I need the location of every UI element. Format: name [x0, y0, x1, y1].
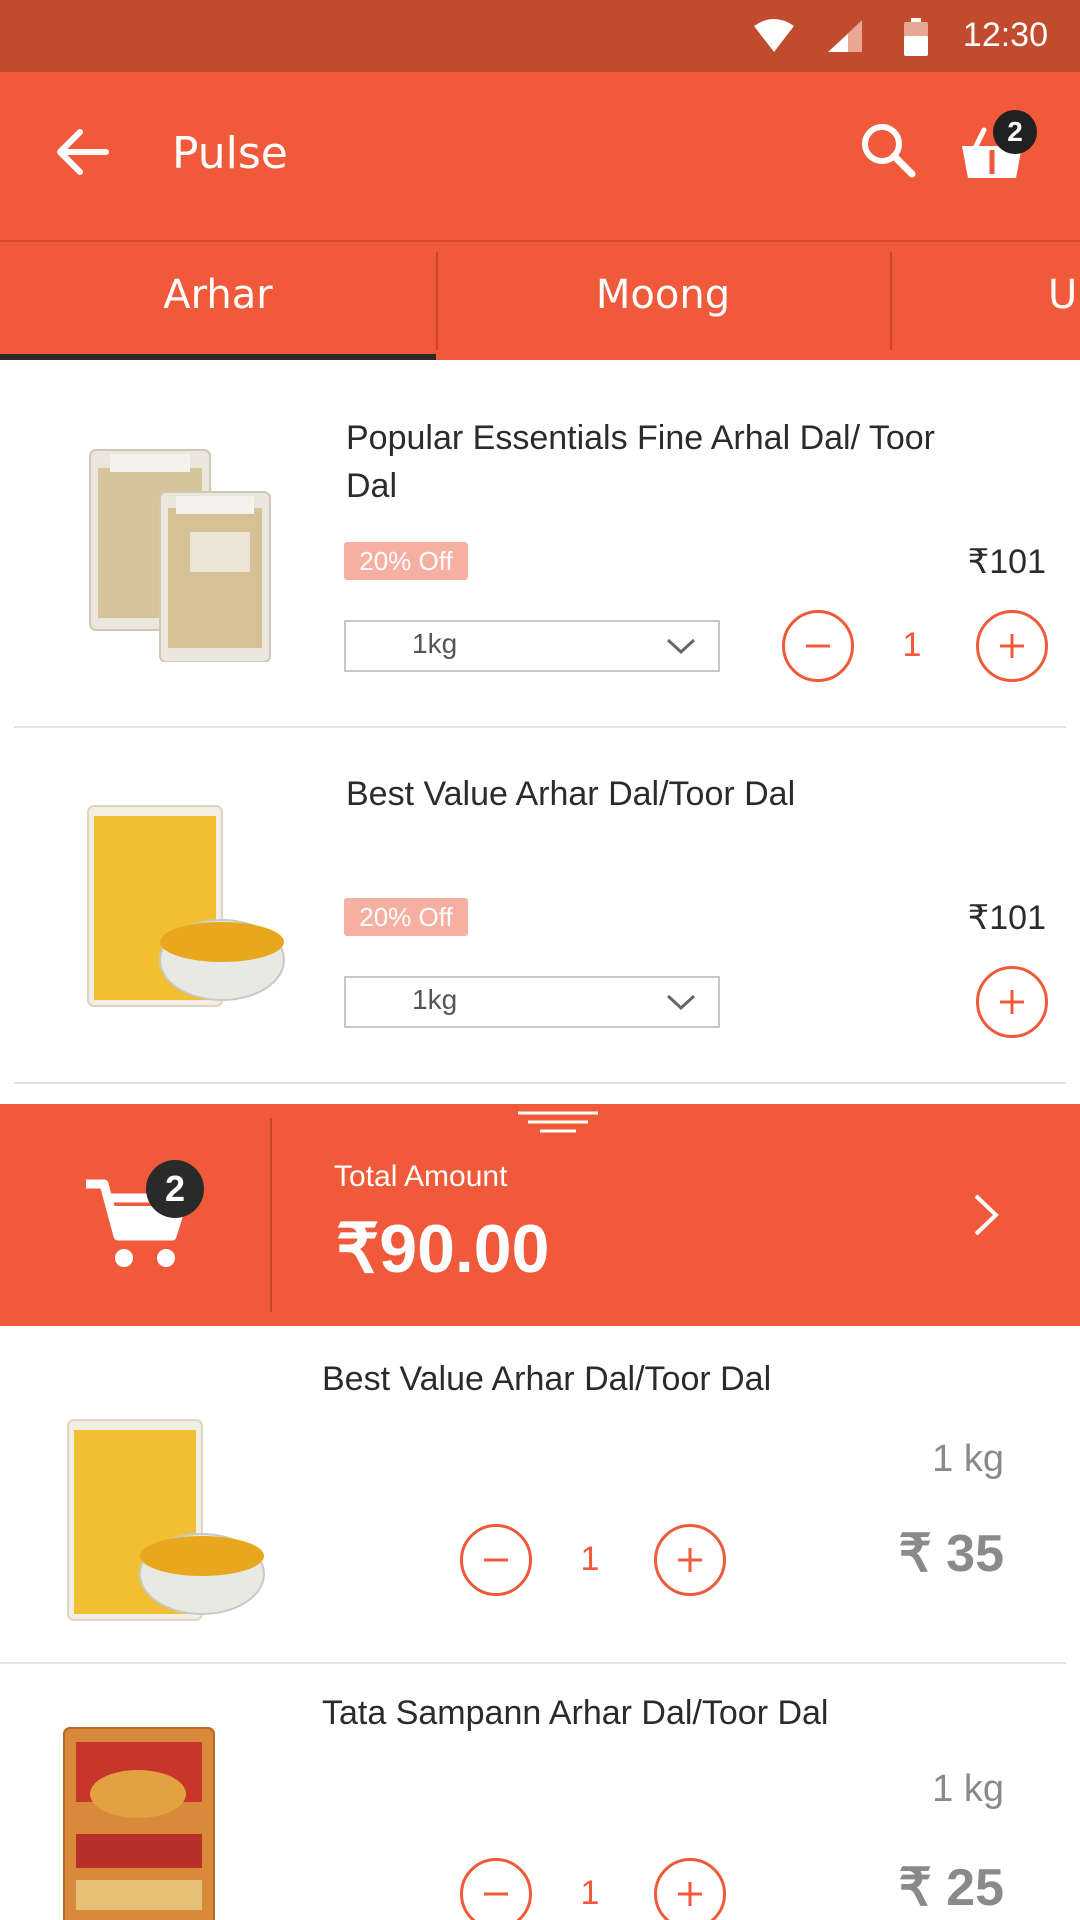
- category-tabs: Arhar Moong U: [0, 240, 1080, 360]
- plus-icon: [678, 1548, 702, 1572]
- battery-icon: [904, 18, 928, 56]
- weight-value: 1kg: [412, 984, 458, 1015]
- total-amount: ₹90.00: [336, 1211, 550, 1287]
- chevron-down-icon: [666, 638, 696, 655]
- increase-quantity-button[interactable]: [654, 1524, 726, 1596]
- product-price: ₹101: [967, 899, 1046, 937]
- weight-dropdown[interactable]: 1kg: [344, 976, 720, 1028]
- status-time: 12:30: [962, 16, 1048, 54]
- product-row: Best Value Arhar Dal/Toor Dal 20% Off ₹1…: [0, 728, 1080, 1084]
- product-image: [67, 1419, 265, 1621]
- decrease-quantity-button[interactable]: [782, 610, 854, 682]
- minus-icon: [806, 644, 830, 648]
- status-bar: 12:30: [0, 0, 1080, 72]
- tab-moong[interactable]: Moong: [436, 242, 890, 360]
- product-title[interactable]: Best Value Arhar Dal/Toor Dal: [346, 770, 966, 818]
- cart-item-title: Tata Sampann Arhar Dal/Toor Dal: [322, 1694, 829, 1732]
- discount-badge: 20% Off: [344, 898, 468, 936]
- page-title: Pulse: [172, 128, 288, 179]
- divider: [270, 1118, 272, 1312]
- cart-item-price: ₹ 25: [898, 1859, 1004, 1917]
- quantity-value: 1: [580, 1874, 600, 1912]
- drag-handle-icon[interactable]: [518, 1110, 598, 1134]
- increase-quantity-button[interactable]: [976, 610, 1048, 682]
- tab-indicator: [0, 354, 436, 360]
- discount-badge: 20% Off: [344, 542, 468, 580]
- decrease-quantity-button[interactable]: [460, 1524, 532, 1596]
- product-image: [89, 449, 271, 662]
- cart-item-weight: 1 kg: [932, 1438, 1004, 1480]
- cart-count-badge: 2: [146, 1160, 204, 1218]
- chevron-down-icon: [666, 994, 696, 1011]
- add-to-cart-button[interactable]: [976, 966, 1048, 1038]
- cart-summary-bar[interactable]: 2 Total Amount ₹90.00: [0, 1104, 1080, 1326]
- plus-icon: [1000, 634, 1024, 658]
- decrease-quantity-button[interactable]: [460, 1858, 532, 1920]
- cart-item-price: ₹ 35: [898, 1525, 1004, 1583]
- weight-value: 1kg: [412, 628, 458, 659]
- cart-item-weight: 1 kg: [932, 1768, 1004, 1810]
- cart-item-title: Best Value Arhar Dal/Toor Dal: [322, 1360, 772, 1398]
- product-row: Popular Essentials Fine Arhal Dal/ Toor …: [0, 372, 1080, 728]
- product-image: [63, 1727, 215, 1920]
- weight-dropdown[interactable]: 1kg: [344, 620, 720, 672]
- divider: [14, 1082, 1066, 1084]
- chevron-right-icon[interactable]: [966, 1190, 1006, 1240]
- product-price: ₹101: [967, 543, 1046, 581]
- cart-item: Tata Sampann Arhar Dal/Toor Dal 1 kg 1 ₹…: [0, 1664, 1080, 1920]
- plus-icon: [678, 1882, 702, 1906]
- minus-icon: [484, 1892, 508, 1896]
- increase-quantity-button[interactable]: [654, 1858, 726, 1920]
- product-image: [87, 805, 285, 1007]
- cart-item: Best Value Arhar Dal/Toor Dal 1 kg 1 ₹ 3…: [0, 1326, 1080, 1664]
- quantity-value: 1: [580, 1540, 600, 1578]
- tab-partial[interactable]: U: [890, 242, 1080, 360]
- search-icon[interactable]: [856, 118, 920, 182]
- total-label: Total Amount: [334, 1160, 508, 1193]
- plus-icon: [1000, 990, 1024, 1014]
- signal-icon: [828, 20, 862, 52]
- app-bar: Pulse 2: [0, 72, 1080, 240]
- back-arrow-icon[interactable]: [52, 122, 112, 182]
- minus-icon: [484, 1558, 508, 1562]
- wifi-icon: [754, 19, 794, 52]
- cart-count-badge: 2: [993, 110, 1037, 154]
- quantity-value: 1: [902, 626, 922, 664]
- product-title[interactable]: Popular Essentials Fine Arhal Dal/ Toor …: [346, 414, 966, 510]
- tab-arhar[interactable]: Arhar: [0, 242, 436, 360]
